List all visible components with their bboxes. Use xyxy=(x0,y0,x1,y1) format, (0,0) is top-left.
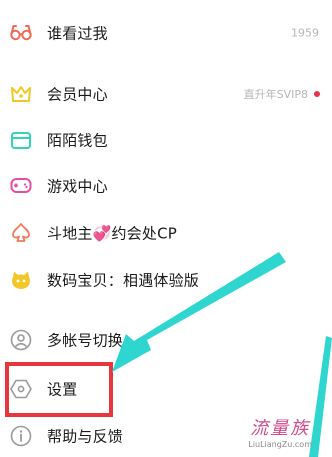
menu-item-label: 会员中心 xyxy=(47,85,108,104)
info-icon xyxy=(10,425,32,447)
watermark-title: 流量族 xyxy=(250,418,311,439)
menu-item-cp[interactable]: 斗地主💞约会处CP xyxy=(0,213,332,253)
menu-item-label: 帮助与反馈 xyxy=(47,427,124,446)
visitor-count: 1959 xyxy=(291,26,319,40)
wallet-icon xyxy=(11,132,31,149)
menu-item-label: 多帐号切换 xyxy=(47,331,124,350)
menu-item-label: 斗地主💞约会处CP xyxy=(47,224,177,243)
menu-item-vip[interactable]: 会员中心 直升年SVIP8 xyxy=(0,74,332,114)
menu-item-label: 谁看过我 xyxy=(47,24,108,43)
menu-item-label: 陌陌钱包 xyxy=(47,131,108,150)
spade-icon xyxy=(12,223,30,242)
pet-icon xyxy=(12,271,30,289)
menu-item-label: 数码宝贝：相遇体验版 xyxy=(47,271,200,290)
account-switch-icon xyxy=(10,329,32,351)
gamepad-icon xyxy=(10,178,32,193)
menu-item-games[interactable]: 游戏中心 xyxy=(0,166,332,206)
menu-item-visitors[interactable]: 谁看过我 1959 xyxy=(0,13,332,53)
settings-highlight-box xyxy=(5,362,113,417)
menu-item-pet[interactable]: 数码宝贝：相遇体验版 xyxy=(0,260,332,300)
crown-icon xyxy=(11,86,31,102)
menu-item-label: 游戏中心 xyxy=(47,177,108,196)
watermark: 流量族 LiuLiangZu.com xyxy=(248,414,312,449)
glasses-icon xyxy=(10,25,32,41)
vip-promo-text: 直升年SVIP8 xyxy=(243,88,308,101)
watermark-subtitle: LiuLiangZu.com xyxy=(248,440,312,449)
menu-item-wallet[interactable]: 陌陌钱包 xyxy=(0,120,332,160)
menu-item-account-switch[interactable]: 多帐号切换 xyxy=(0,320,332,360)
notification-dot xyxy=(314,91,320,97)
